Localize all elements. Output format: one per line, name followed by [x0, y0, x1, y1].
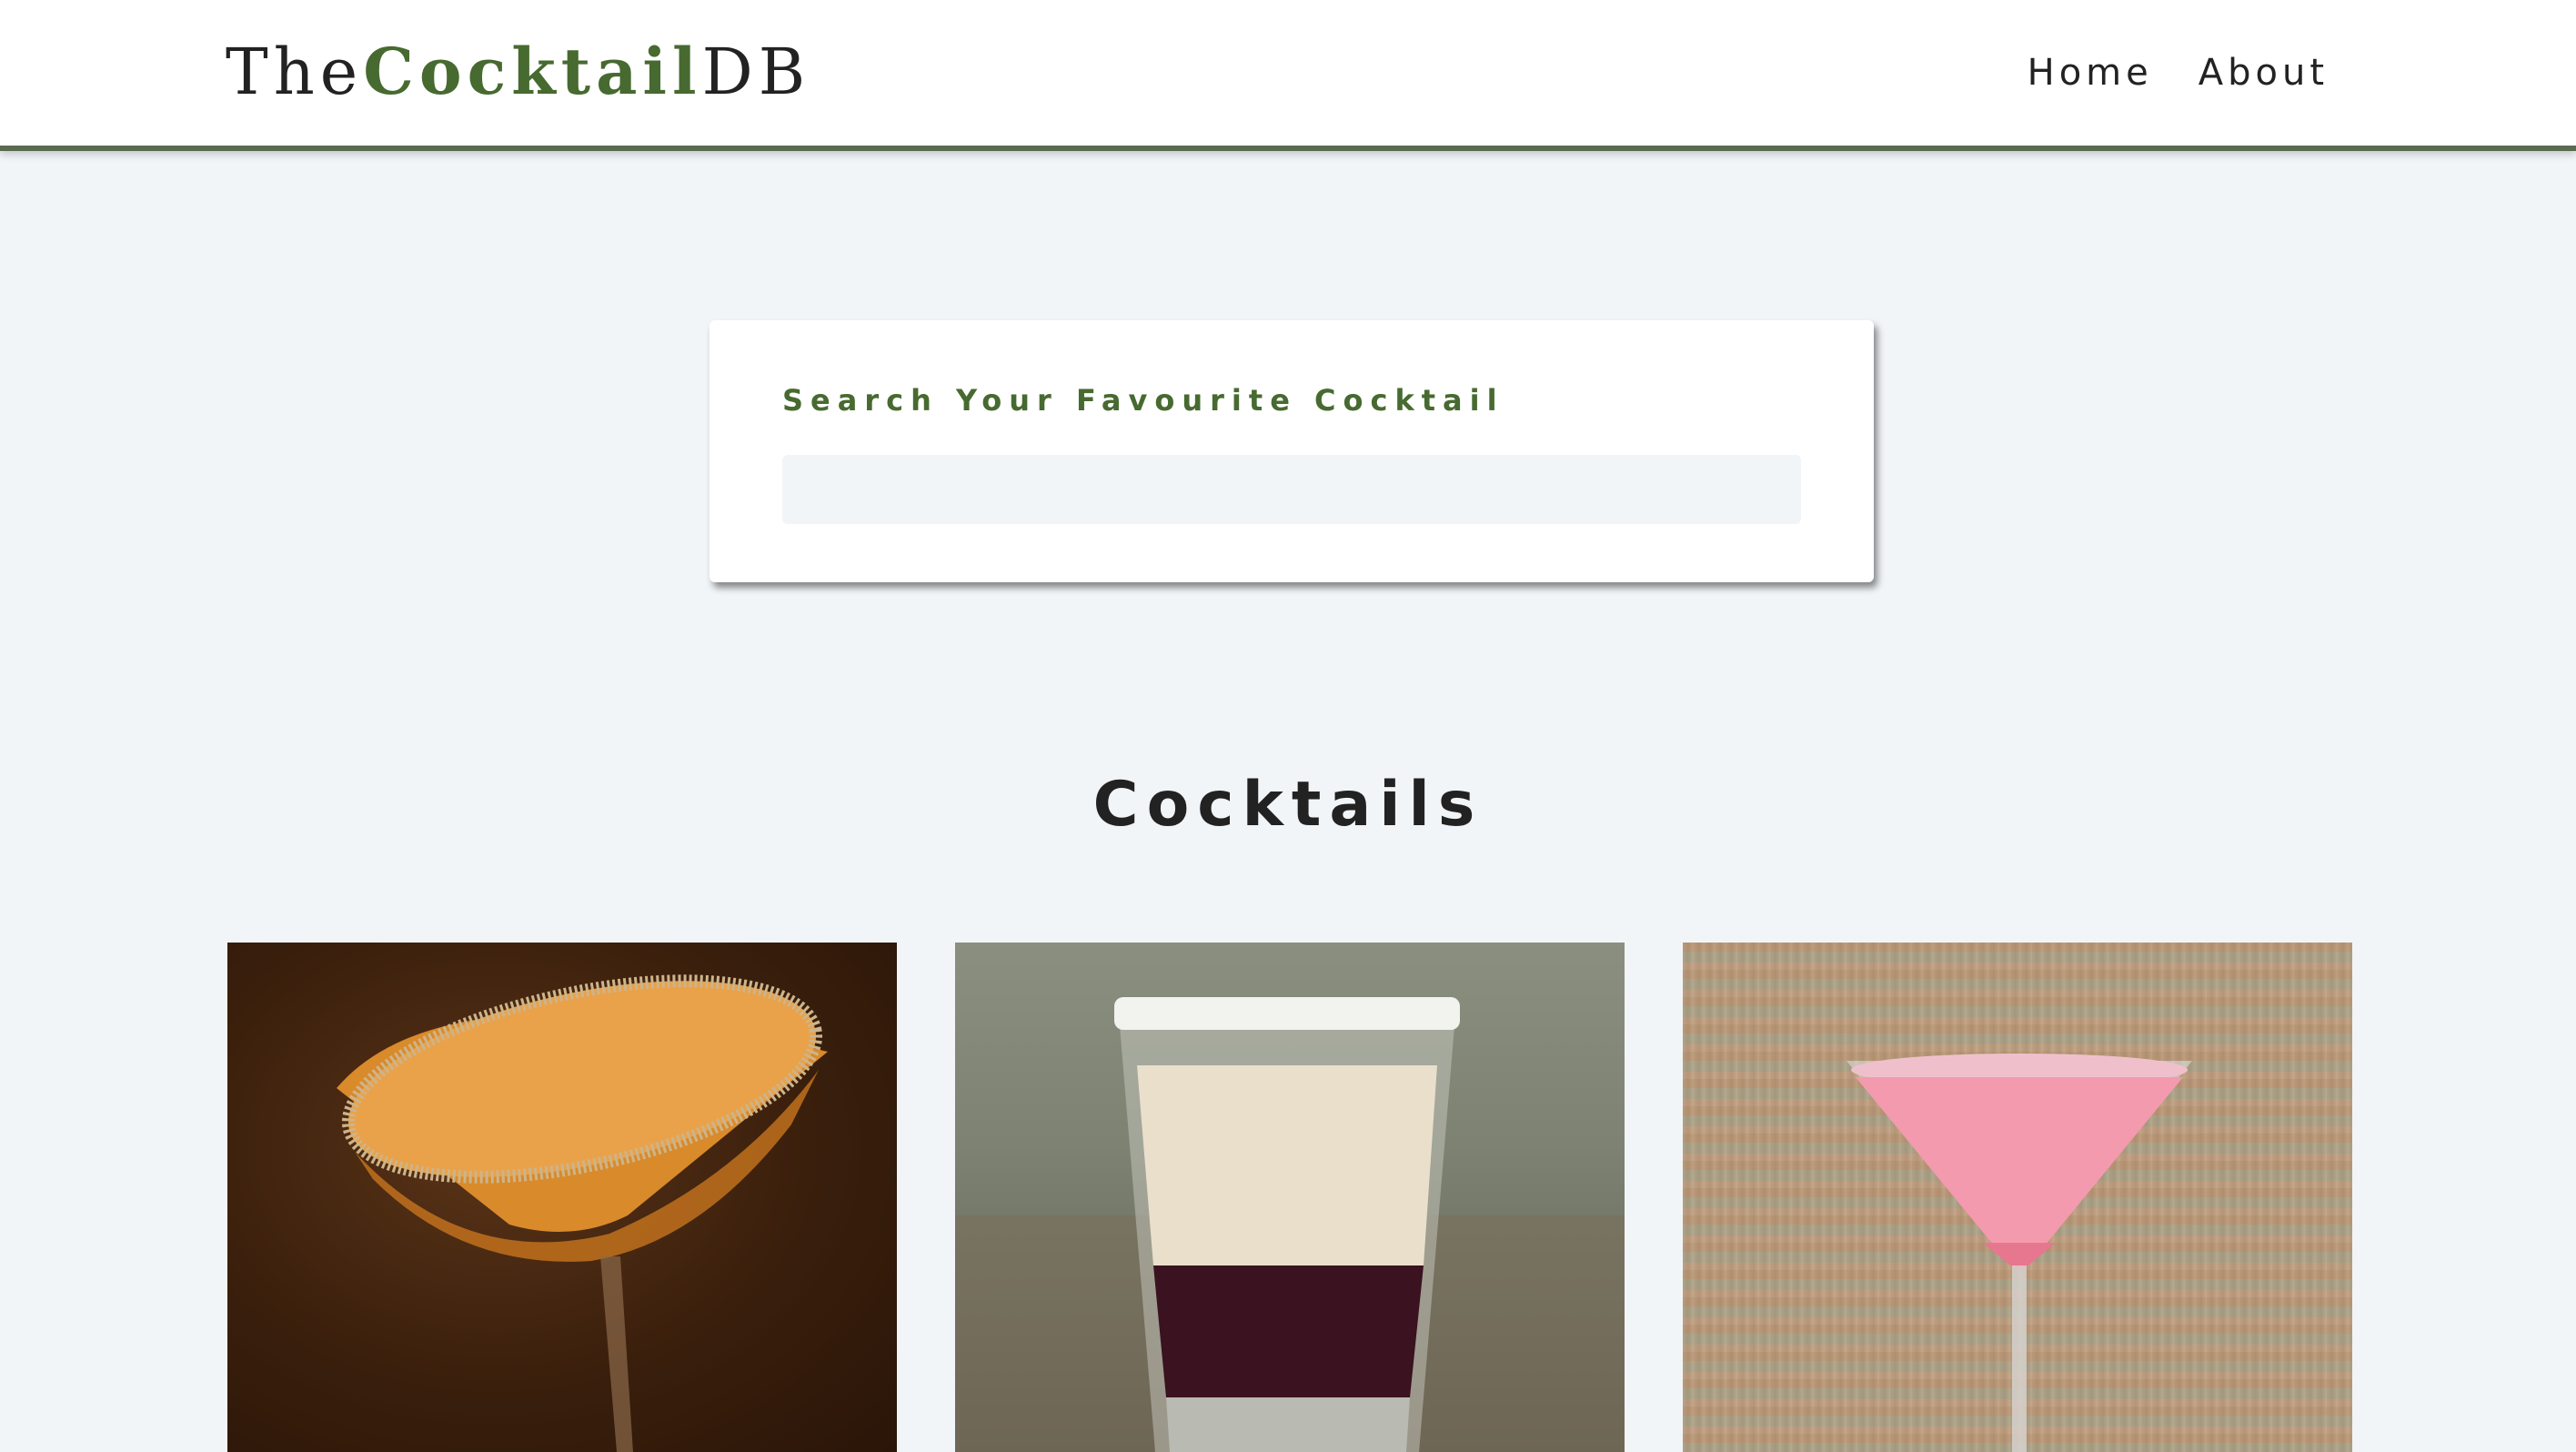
nav-link-about[interactable]: About	[2199, 45, 2329, 100]
nav-link-home[interactable]: Home	[2028, 45, 2153, 100]
navbar: TheCocktailDB Home About	[0, 0, 2576, 146]
cocktail-image	[955, 943, 1625, 1452]
logo-prefix: The	[226, 35, 364, 109]
cocktail-image	[227, 943, 897, 1452]
cocktail-image	[1683, 943, 2352, 1452]
section-title: Cocktails	[1092, 769, 1484, 841]
cocktail-card[interactable]	[1683, 943, 2352, 1452]
search-form: Search Your Favourite Cocktail	[709, 320, 1874, 582]
site-logo[interactable]: TheCocktailDB	[226, 33, 810, 111]
cocktail-card[interactable]	[955, 943, 1625, 1452]
search-input[interactable]	[782, 455, 1801, 524]
nav-links: Home About	[2028, 45, 2329, 100]
logo-accent: Cocktail	[363, 34, 702, 109]
logo-suffix: DB	[701, 35, 811, 109]
cocktail-card[interactable]	[227, 943, 897, 1452]
search-label: Search Your Favourite Cocktail	[782, 383, 1504, 418]
